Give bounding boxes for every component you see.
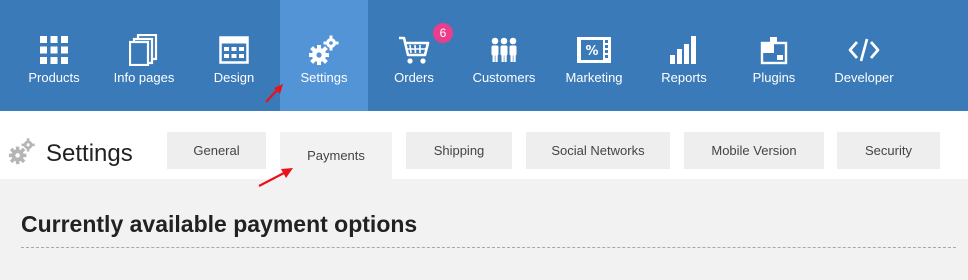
- nav-item-reports[interactable]: Reports: [654, 0, 714, 111]
- gears-icon: [306, 34, 342, 66]
- orders-count-badge: 6: [433, 23, 453, 43]
- tab-general[interactable]: General: [167, 132, 266, 169]
- nav-label: Info pages: [113, 70, 175, 85]
- cart-icon: [396, 34, 432, 66]
- code-icon: [846, 34, 882, 66]
- pages-icon: [126, 34, 162, 66]
- nav-label: Customers: [472, 70, 536, 85]
- tab-payments[interactable]: Payments: [280, 132, 392, 179]
- bar-chart-icon: [666, 34, 702, 66]
- page-title-area: Settings: [8, 137, 133, 170]
- section-divider: [21, 247, 956, 248]
- grid-icon: [36, 34, 72, 66]
- nav-item-customers[interactable]: Customers: [472, 0, 536, 111]
- nav-label: Reports: [661, 70, 707, 85]
- nav-label: Orders: [394, 70, 434, 85]
- tab-mobile-version[interactable]: Mobile Version: [684, 132, 824, 169]
- nav-item-marketing[interactable]: % Marketing: [564, 0, 624, 111]
- nav-item-settings[interactable]: Settings: [280, 0, 368, 111]
- nav-label: Products: [28, 70, 80, 85]
- section-title: Currently available payment options: [21, 211, 418, 237]
- tab-shipping[interactable]: Shipping: [406, 132, 512, 169]
- nav-label: Settings: [300, 70, 348, 85]
- nav-item-design[interactable]: Design: [203, 0, 265, 111]
- nav-item-developer[interactable]: Developer: [830, 0, 898, 111]
- people-icon: [486, 34, 522, 66]
- nav-item-plugins[interactable]: Plugins: [744, 0, 804, 111]
- nav-label: Developer: [834, 70, 894, 85]
- coupon-icon: %: [576, 34, 612, 66]
- svg-text:%: %: [585, 44, 598, 59]
- tab-social-networks[interactable]: Social Networks: [526, 132, 670, 169]
- nav-item-info-pages[interactable]: Info pages: [107, 0, 181, 111]
- top-nav: Products Info pages Design Settings Orde…: [0, 0, 968, 111]
- page-title: Settings: [46, 139, 133, 167]
- puzzle-icon: [756, 34, 792, 66]
- nav-label: Marketing: [565, 70, 623, 85]
- nav-label: Plugins: [752, 70, 796, 85]
- design-icon: [216, 34, 252, 66]
- annotation-arrow-icon: [258, 168, 293, 187]
- annotation-arrow-icon: [265, 84, 283, 103]
- nav-label: Design: [213, 70, 255, 85]
- gears-icon: [8, 137, 36, 170]
- tab-security[interactable]: Security: [837, 132, 940, 169]
- nav-item-orders[interactable]: Orders: [384, 0, 444, 111]
- nav-item-products[interactable]: Products: [18, 0, 90, 111]
